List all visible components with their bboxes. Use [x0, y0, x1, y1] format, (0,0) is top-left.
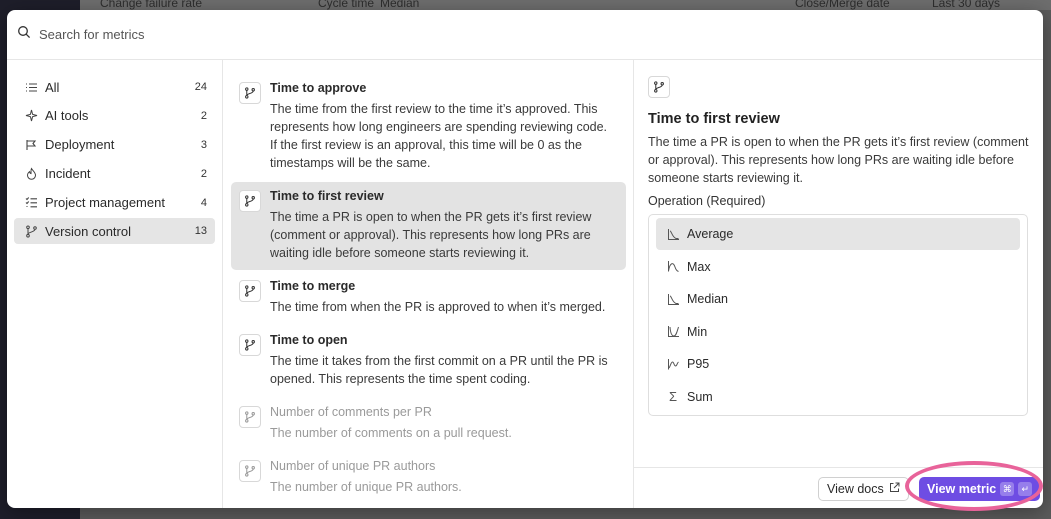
git-branch-icon: [239, 280, 261, 302]
category-label: All: [45, 79, 60, 95]
operation-p95[interactable]: P95: [656, 348, 1020, 380]
search-icon: [17, 25, 31, 44]
command-key-icon: ⌘: [1000, 482, 1015, 496]
metric-description: The time from when the PR is approved to…: [270, 300, 606, 314]
metric-title: Time to open: [270, 333, 348, 347]
view-metric-label: View metric: [927, 482, 997, 496]
metric-item-time-to-merge[interactable]: Time to merge The time from when the PR …: [231, 272, 626, 324]
deploy-icon: [24, 138, 38, 152]
category-label: Deployment: [45, 137, 115, 153]
git-branch-icon: [239, 190, 261, 212]
detail-title: Time to first review: [648, 111, 780, 127]
max-curve-icon: [666, 260, 680, 274]
backdrop-filter-label: Last 30 days: [932, 0, 1001, 10]
checklist-icon: [24, 196, 38, 210]
operation-label-text: Sum: [687, 389, 713, 404]
category-count: 4: [200, 196, 207, 209]
metric-list: Time to approve The time from the first …: [224, 60, 634, 508]
view-docs-label: View docs: [827, 482, 884, 496]
metric-detail-panel: Time to first review The time a PR is op…: [635, 60, 1043, 508]
category-count: 24: [194, 81, 207, 93]
sparkle-icon: [24, 109, 38, 123]
category-item-version-control[interactable]: Version control 13: [14, 218, 215, 245]
category-item-ai-tools[interactable]: AI tools 2: [14, 103, 215, 129]
metric-item-number-of-unique-pr-authors[interactable]: Number of unique PR authors The number o…: [231, 452, 626, 504]
metric-title: Number of comments per PR: [270, 405, 432, 419]
category-list: All 24 AI tools 2 Deployment 3 Incident …: [7, 60, 223, 508]
operation-max[interactable]: Max: [656, 251, 1020, 283]
operation-label-text: P95: [687, 357, 710, 371]
search-bar: [7, 10, 1043, 60]
operation-min[interactable]: Min: [656, 316, 1020, 348]
sigma-icon: Σ: [668, 389, 678, 404]
min-curve-icon: [666, 325, 680, 339]
detail-description: The time a PR is open to when the PR get…: [648, 135, 1029, 185]
metric-description: The number of comments on a pull request…: [270, 426, 512, 440]
metric-title: Time to approve: [270, 81, 367, 95]
git-branch-icon: [24, 224, 38, 238]
category-label: Project management: [45, 195, 165, 211]
git-branch-icon: [648, 76, 670, 98]
average-curve-icon: [666, 227, 680, 241]
metric-title: Time to merge: [270, 279, 356, 293]
metric-description: The time from the first review to the ti…: [270, 102, 608, 170]
operation-sum[interactable]: Σ Sum: [656, 381, 1020, 413]
operation-list: Average Max Median Min P95 Σ Sum: [648, 214, 1028, 416]
app-topbar-backdrop: [80, 0, 1051, 10]
git-branch-icon: [239, 334, 261, 356]
backdrop-filter-label: Close/Merge date: [795, 0, 890, 10]
view-docs-button[interactable]: View docs: [818, 477, 909, 501]
operation-label-text: Max: [687, 259, 711, 274]
operation-median[interactable]: Median: [656, 283, 1020, 315]
git-branch-icon: [239, 406, 261, 428]
search-input[interactable]: [39, 27, 639, 42]
operation-label-text: Min: [687, 324, 708, 339]
enter-key-icon: ↵: [1018, 482, 1033, 496]
category-item-all[interactable]: All 24: [14, 74, 215, 100]
category-item-deployment[interactable]: Deployment 3: [14, 132, 215, 158]
metric-picker-modal: All 24 AI tools 2 Deployment 3 Incident …: [7, 10, 1043, 508]
detail-footer: View docs View metric ⌘ ↵: [634, 467, 1043, 508]
metric-description: The time a PR is open to when the PR get…: [270, 210, 592, 260]
operation-average[interactable]: Average: [656, 218, 1020, 250]
category-count: 2: [200, 167, 207, 180]
metric-item-number-of-comments-per-pr[interactable]: Number of comments per PR The number of …: [231, 398, 626, 450]
category-label: Version control: [45, 223, 131, 239]
metric-item-time-to-approve[interactable]: Time to approve The time from the first …: [231, 74, 626, 180]
git-branch-icon: [239, 460, 261, 482]
list-icon: [24, 80, 38, 94]
category-count: 13: [194, 225, 207, 238]
metric-description: The time it takes from the first commit …: [270, 354, 608, 386]
backdrop-filter-label: Cycle time: [318, 0, 375, 10]
category-label: Incident: [45, 166, 91, 182]
metric-title: Number of unique PR authors: [270, 459, 436, 473]
metric-title: Time to first review: [270, 189, 384, 203]
backdrop-filter-label: Median: [380, 0, 420, 10]
metric-item-time-to-open[interactable]: Time to open The time it takes from the …: [231, 326, 626, 396]
flame-icon: [24, 167, 38, 181]
category-label: AI tools: [45, 108, 89, 124]
median-curve-icon: [666, 292, 680, 306]
category-count: 2: [200, 109, 207, 122]
category-count: 3: [200, 138, 207, 151]
view-metric-button[interactable]: View metric ⌘ ↵: [919, 477, 1041, 501]
backdrop-filter-label: Change failure rate: [100, 0, 203, 10]
metric-description: The number of unique PR authors.: [270, 480, 462, 494]
p95-curve-icon: [666, 357, 680, 371]
git-branch-icon: [239, 82, 261, 104]
category-item-incident[interactable]: Incident 2: [14, 161, 215, 187]
external-link-icon: [884, 482, 900, 496]
operation-label: Operation (Required): [648, 194, 766, 208]
operation-label-text: Median: [687, 292, 728, 306]
category-item-project-management[interactable]: Project management 4: [14, 190, 215, 216]
metric-item-time-to-first-review[interactable]: Time to first review The time a PR is op…: [231, 182, 626, 270]
operation-label-text: Average: [687, 227, 734, 241]
